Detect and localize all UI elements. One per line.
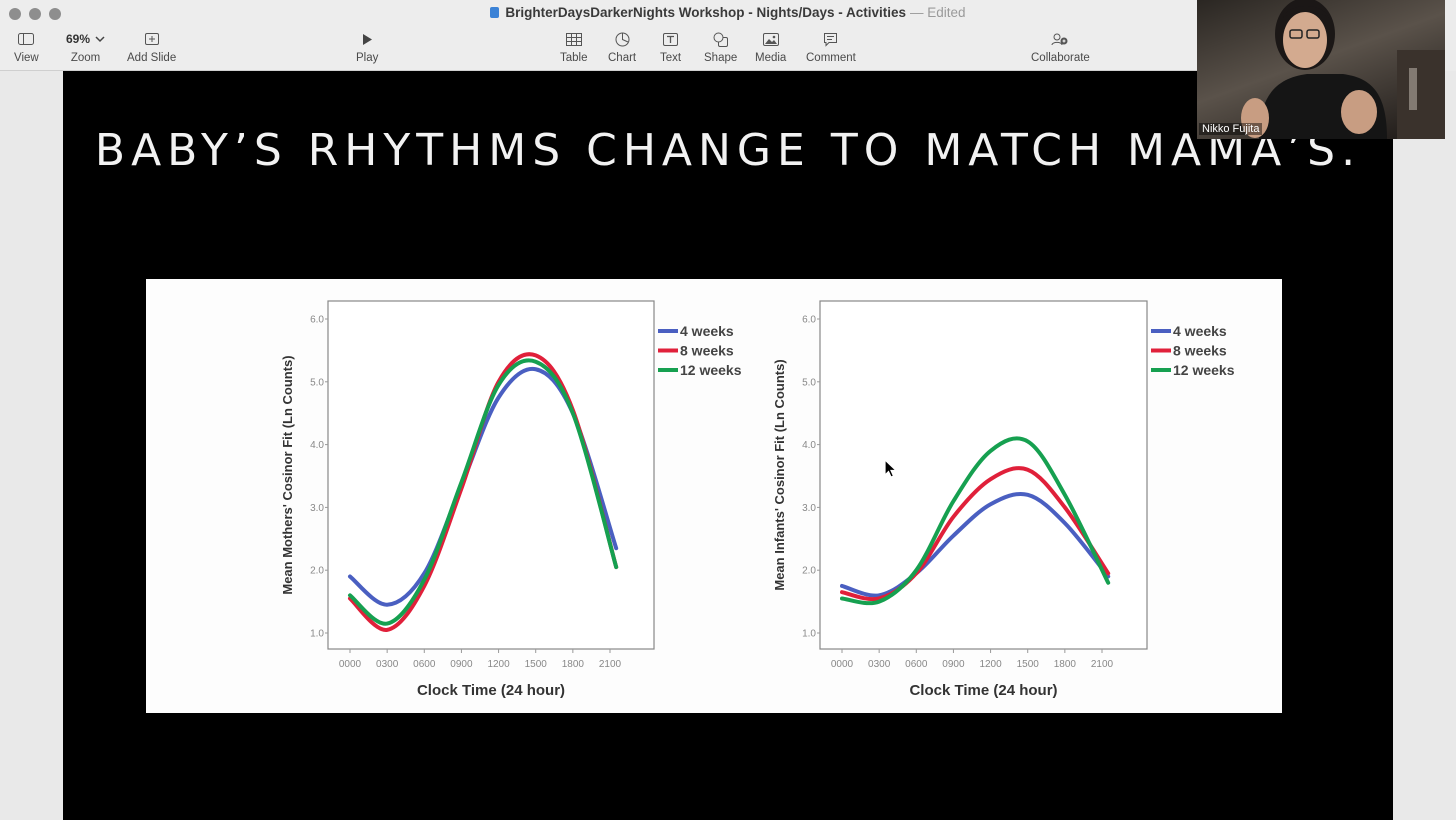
infants-xtick-label: 1800 xyxy=(1054,659,1077,670)
shape-button[interactable]: Shape xyxy=(704,30,737,64)
toolbar: BrighterDaysDarkerNights Workshop - Nigh… xyxy=(0,0,1197,71)
add-slide-icon xyxy=(144,30,159,48)
table-label: Table xyxy=(560,52,588,64)
infants-xtick-label: 2100 xyxy=(1091,659,1114,670)
infants-xtick-label: 0300 xyxy=(868,659,891,670)
view-label: View xyxy=(14,52,39,64)
mothers-xtick-label: 1800 xyxy=(562,659,585,670)
mothers-legend-label-12-weeks: 12 weeks xyxy=(680,362,742,378)
shape-icon xyxy=(713,30,729,48)
table-button[interactable]: Table xyxy=(560,30,588,64)
mothers-xtick-label: 0600 xyxy=(413,659,436,670)
zoom-value: 69% xyxy=(66,32,91,46)
mothers-legend-label-8-weeks: 8 weeks xyxy=(680,343,734,359)
comment-icon xyxy=(823,30,838,48)
video-tile[interactable]: Nikko Fujita xyxy=(1197,0,1445,139)
table-icon xyxy=(565,30,582,48)
speaker-name-label: Nikko Fujita xyxy=(1199,123,1263,135)
infants-legend-label-8-weeks: 8 weeks xyxy=(1173,343,1227,359)
shape-label: Shape xyxy=(704,52,738,64)
sidebar-icon xyxy=(18,30,35,48)
infants-xtick-label: 1200 xyxy=(979,659,1002,670)
comment-button[interactable]: Comment xyxy=(806,30,856,64)
play-button[interactable]: Play xyxy=(356,30,378,64)
collaborate-icon xyxy=(1051,30,1069,48)
chart-label: Chart xyxy=(608,52,637,64)
mothers-xlabel: Clock Time (24 hour) xyxy=(417,682,565,699)
chart-icon xyxy=(615,30,630,48)
infants-ylabel: Mean Infants' Cosinor Fit (Ln Counts) xyxy=(772,359,787,590)
mothers-ytick-label: 1.0 xyxy=(310,629,324,640)
infants-xtick-label: 1500 xyxy=(1017,659,1040,670)
zoom-label: Zoom xyxy=(70,52,101,64)
document-title: BrighterDaysDarkerNights Workshop - Nigh… xyxy=(505,5,907,20)
slide-canvas[interactable]: BABY’S RHYTHMS CHANGE TO MATCH MAMA’S. 1… xyxy=(0,71,1456,820)
slide[interactable]: BABY’S RHYTHMS CHANGE TO MATCH MAMA’S. 1… xyxy=(63,71,1393,820)
document-icon xyxy=(490,7,500,18)
infants-legend-label-12-weeks: 12 weeks xyxy=(1173,362,1235,378)
infants-xtick-label: 0000 xyxy=(831,659,854,670)
play-label: Play xyxy=(356,52,379,64)
infants-ytick-label: 4.0 xyxy=(802,440,816,451)
mothers-ytick-label: 3.0 xyxy=(310,503,324,514)
edited-status: — Edited xyxy=(910,5,966,20)
media-label: Media xyxy=(755,52,787,64)
comment-label: Comment xyxy=(806,52,856,64)
mothers-ytick-label: 5.0 xyxy=(310,377,324,388)
mothers-ytick-label: 4.0 xyxy=(310,440,324,451)
keynote-window: BrighterDaysDarkerNights Workshop - Nigh… xyxy=(0,0,1456,820)
charts-svg: 1.0 2.0 3.0 4.0 5.0 6.0 0000 0300 0600 0900 1200 15… xyxy=(280,300,1235,699)
mothers-xtick-label: 0900 xyxy=(450,659,473,670)
mothers-xtick-label: 1200 xyxy=(487,659,510,670)
infants-ytick-label: 3.0 xyxy=(802,503,816,514)
add-slide-button[interactable]: Add Slide xyxy=(127,30,176,64)
photo-icon xyxy=(762,30,779,48)
collaborate-label: Collaborate xyxy=(1031,52,1090,64)
mothers-xtick-label: 0300 xyxy=(376,659,399,670)
mothers-ytick-label: 6.0 xyxy=(310,315,324,326)
infants-ytick-label: 1.0 xyxy=(802,629,816,640)
slide-title[interactable]: BABY’S RHYTHMS CHANGE TO MATCH MAMA’S. xyxy=(63,125,1393,176)
collaborate-button[interactable]: Collaborate xyxy=(1031,30,1090,64)
mothers-legend-label-4-weeks: 4 weeks xyxy=(680,323,734,339)
play-icon xyxy=(361,30,373,48)
chart-image[interactable]: 1.0 2.0 3.0 4.0 5.0 6.0 0000 0300 0600 0900 1200 15… xyxy=(146,279,1282,713)
infants-ytick-label: 5.0 xyxy=(802,377,816,388)
chart-button[interactable]: Chart xyxy=(608,30,636,64)
infants-ytick-label: 6.0 xyxy=(802,315,816,326)
mothers-xtick-label: 1500 xyxy=(525,659,548,670)
text-label: Text xyxy=(660,52,682,64)
participant-video-icon xyxy=(1241,0,1445,139)
infants-xtick-label: 0600 xyxy=(905,659,928,670)
infants-legend-label-4-weeks: 4 weeks xyxy=(1173,323,1227,339)
infants-xlabel: Clock Time (24 hour) xyxy=(909,682,1057,699)
view-button[interactable]: View xyxy=(14,30,39,64)
mothers-ytick-label: 2.0 xyxy=(310,566,324,577)
mothers-plot-frame xyxy=(327,300,655,650)
infants-ytick-label: 2.0 xyxy=(802,566,816,577)
mothers-xtick-label: 2100 xyxy=(599,659,622,670)
text-box-icon xyxy=(663,30,679,48)
zoom-dropdown[interactable]: 69% Zoom xyxy=(66,30,105,64)
infants-xtick-label: 0900 xyxy=(942,659,965,670)
text-button[interactable]: Text xyxy=(660,30,681,64)
chevron-down-icon xyxy=(95,36,105,43)
media-button[interactable]: Media xyxy=(755,30,786,64)
mothers-ylabel: Mean Mothers' Cosinor Fit (Ln Counts) xyxy=(280,355,295,594)
mouse-cursor-icon xyxy=(884,459,898,478)
mothers-xtick-label: 0000 xyxy=(339,659,362,670)
add-slide-label: Add Slide xyxy=(127,52,177,64)
